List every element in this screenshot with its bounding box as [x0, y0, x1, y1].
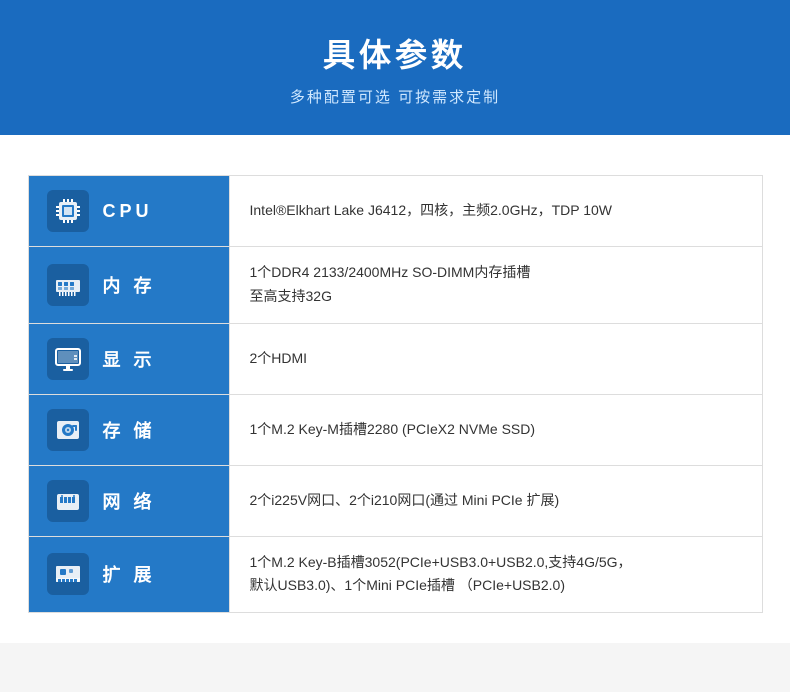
specs-label-storage: 存 储 [29, 395, 229, 465]
spacer [0, 135, 790, 175]
storage-icon-svg [54, 416, 82, 444]
expansion-value-line1: 1个M.2 Key-B插槽3052(PCIe+USB3.0+USB2.0,支持4… [250, 551, 632, 575]
storage-value-text: 1个M.2 Key-M插槽2280 (PCIeX2 NVMe SSD) [250, 418, 536, 442]
cpu-label: CPU [103, 201, 153, 222]
specs-label-memory: 内 存 [29, 247, 229, 323]
expansion-icon [47, 553, 89, 595]
page-wrapper: 具体参数 多种配置可选 可按需求定制 [0, 0, 790, 643]
memory-value-line1: 1个DDR4 2133/2400MHz SO-DIMM内存插槽 [250, 261, 531, 285]
specs-label-cpu: CPU [29, 176, 229, 246]
header-banner: 具体参数 多种配置可选 可按需求定制 [0, 0, 790, 135]
network-value-text: 2个i225V网口、2个i210网口(通过 Mini PCIe 扩展) [250, 489, 560, 513]
specs-table: CPU Intel®Elkhart Lake J6412，四核，主频2.0GHz… [28, 175, 763, 613]
expansion-value-line2: 默认USB3.0)、1个Mini PCIe插槽 （PCIe+USB2.0) [250, 574, 632, 598]
specs-value-display: 2个HDMI [229, 324, 762, 394]
storage-label: 存 储 [103, 417, 156, 443]
expansion-value-inner: 1个M.2 Key-B插槽3052(PCIe+USB3.0+USB2.0,支持4… [250, 551, 632, 599]
network-icon-svg [54, 487, 82, 515]
display-value-text: 2个HDMI [250, 347, 308, 371]
specs-value-storage: 1个M.2 Key-M插槽2280 (PCIeX2 NVMe SSD) [229, 395, 762, 465]
specs-label-network: 网 络 [29, 466, 229, 536]
header-subtitle: 多种配置可选 可按需求定制 [20, 86, 770, 107]
cpu-icon [47, 190, 89, 232]
specs-row-storage: 存 储 1个M.2 Key-M插槽2280 (PCIeX2 NVMe SSD) [29, 395, 762, 466]
network-icon [47, 480, 89, 522]
display-icon-svg [54, 345, 82, 373]
cpu-icon-svg [54, 197, 82, 225]
memory-label: 内 存 [103, 272, 156, 298]
specs-value-memory: 1个DDR4 2133/2400MHz SO-DIMM内存插槽 至高支持32G [229, 247, 762, 323]
cpu-value-text: Intel®Elkhart Lake J6412，四核，主频2.0GHz，TDP… [250, 199, 613, 223]
specs-row-expansion: 扩 展 1个M.2 Key-B插槽3052(PCIe+USB3.0+USB2.0… [29, 537, 762, 613]
specs-row-cpu: CPU Intel®Elkhart Lake J6412，四核，主频2.0GHz… [29, 176, 762, 247]
memory-value-inner: 1个DDR4 2133/2400MHz SO-DIMM内存插槽 至高支持32G [250, 261, 531, 309]
specs-label-expansion: 扩 展 [29, 537, 229, 613]
network-label: 网 络 [103, 488, 156, 514]
memory-icon-svg [54, 271, 82, 299]
header-title: 具体参数 [20, 30, 770, 76]
expansion-icon-svg [54, 560, 82, 588]
display-label: 显 示 [103, 346, 156, 372]
expansion-label: 扩 展 [103, 561, 156, 587]
display-icon [47, 338, 89, 380]
storage-icon [47, 409, 89, 451]
specs-row-memory: 内 存 1个DDR4 2133/2400MHz SO-DIMM内存插槽 至高支持… [29, 247, 762, 324]
specs-value-cpu: Intel®Elkhart Lake J6412，四核，主频2.0GHz，TDP… [229, 176, 762, 246]
specs-row-network: 网 络 2个i225V网口、2个i210网口(通过 Mini PCIe 扩展) [29, 466, 762, 537]
specs-value-expansion: 1个M.2 Key-B插槽3052(PCIe+USB3.0+USB2.0,支持4… [229, 537, 762, 613]
bottom-spacer [0, 613, 790, 643]
memory-icon [47, 264, 89, 306]
specs-label-display: 显 示 [29, 324, 229, 394]
specs-value-network: 2个i225V网口、2个i210网口(通过 Mini PCIe 扩展) [229, 466, 762, 536]
specs-row-display: 显 示 2个HDMI [29, 324, 762, 395]
memory-value-line2: 至高支持32G [250, 285, 531, 309]
